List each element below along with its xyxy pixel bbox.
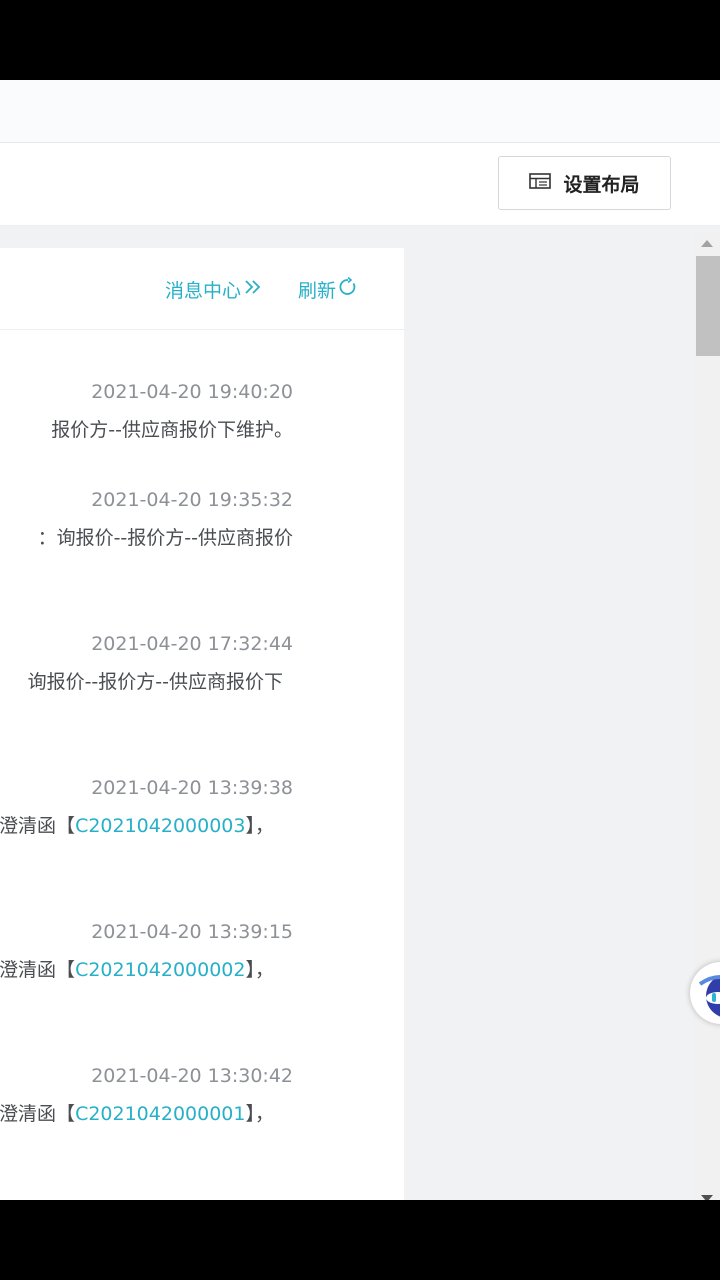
message-time: 2021-04-20 13:39:15 xyxy=(91,921,293,943)
toolbar: 设置布局 xyxy=(0,143,720,226)
message-center-label: 消息中心 xyxy=(165,280,242,302)
message-text: 报价方--供应商报价下维护。 xyxy=(51,419,293,441)
message-text: ：询报价--报价方--供应商报价 xyxy=(37,527,293,549)
app-screen: 设置布局 消息中心 刷新 2021-04-20 19:40:20 报价方--供应… xyxy=(0,80,720,1200)
message-text: 澄清函【C2021042000003】， xyxy=(0,815,274,837)
message-text: 澄清函【C2021042000001】， xyxy=(0,1103,274,1125)
scroll-up-arrow-icon[interactable] xyxy=(701,240,713,247)
message-time: 2021-04-20 13:39:38 xyxy=(91,777,293,799)
scroll-down-arrow-icon[interactable] xyxy=(701,1195,713,1200)
message-panel: 消息中心 刷新 2021-04-20 19:40:20 报价方--供应商报价下维… xyxy=(0,248,404,1200)
page-scrollbar[interactable] xyxy=(694,232,720,1200)
layout-settings-button[interactable]: 设置布局 xyxy=(498,156,671,210)
double-chevron-right-icon xyxy=(243,278,263,301)
message-text: 澄清函【C2021042000002】， xyxy=(0,959,274,981)
message-center-link[interactable]: 消息中心 xyxy=(165,276,263,303)
top-bar xyxy=(0,80,720,143)
layout-icon xyxy=(529,172,552,194)
clarification-code-link[interactable]: C2021042000002 xyxy=(75,959,245,981)
message-time: 2021-04-20 19:40:20 xyxy=(91,381,293,403)
message-text: 询报价--报价方--供应商报价下 xyxy=(27,671,283,693)
message-time: 2021-04-20 17:32:44 xyxy=(91,633,293,655)
message-time: 2021-04-20 19:35:32 xyxy=(91,489,293,511)
message-time: 2021-04-20 13:30:42 xyxy=(91,1065,293,1087)
refresh-icon xyxy=(338,276,358,302)
refresh-label: 刷新 xyxy=(298,280,337,302)
layout-settings-label: 设置布局 xyxy=(563,173,640,196)
scrollbar-thumb[interactable] xyxy=(696,256,720,356)
refresh-link[interactable]: 刷新 xyxy=(298,276,358,303)
clarification-code-link[interactable]: C2021042000001 xyxy=(75,1103,245,1125)
clarification-code-link[interactable]: C2021042000003 xyxy=(75,815,245,837)
panel-header: 消息中心 刷新 xyxy=(0,248,404,330)
